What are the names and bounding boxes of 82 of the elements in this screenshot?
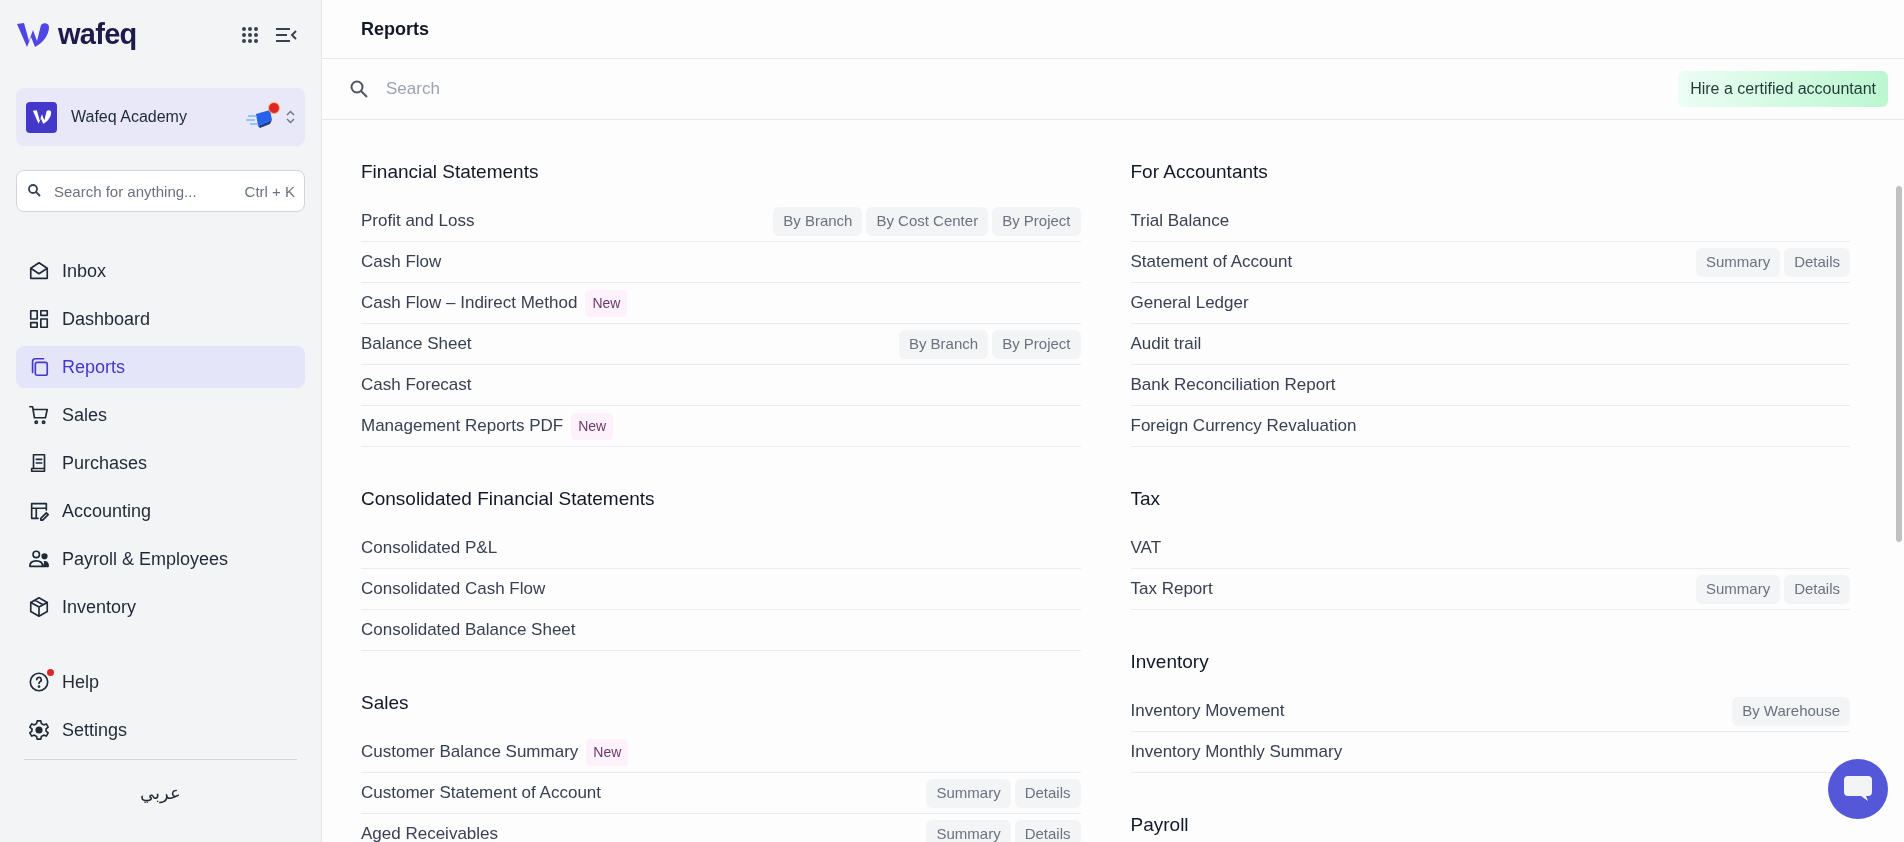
section-title: Tax [1130,487,1162,511]
new-badge: New [585,289,628,317]
keyboard-shortcut: Ctrl + K [244,182,295,202]
report-link[interactable]: Foreign Currency Revaluation [1130,413,1357,439]
report-link[interactable]: Bank Reconciliation Report [1130,372,1336,398]
search-icon [350,80,368,98]
report-variant-link[interactable]: Details [1784,247,1850,277]
organization-logo-icon [26,101,57,133]
report-link[interactable]: Customer Balance Summary [361,739,579,765]
report-link[interactable]: General Ledger [1130,290,1249,316]
report-variant-link[interactable]: Summary [926,819,1011,842]
chevron-up-down-icon[interactable] [286,110,295,124]
scrollbar-thumb[interactable] [1896,186,1902,542]
settings-icon [28,719,50,741]
page-title: Reports [361,17,429,41]
nav-item[interactable]: Help [16,661,305,703]
collapse-menu-icon[interactable] [275,27,297,43]
report-variant-link[interactable]: Details [1784,574,1850,604]
shopping-cart-icon [28,404,50,426]
nav-item[interactable]: Inventory [16,586,305,628]
report-variant-link[interactable]: Details [1014,819,1081,842]
report-variant-link[interactable]: Summary [1695,247,1781,277]
report-link[interactable]: Statement of Account [1130,249,1293,275]
new-badge: New [571,412,614,440]
nav-item[interactable]: Reports [16,346,305,388]
report-link[interactable]: Audit trail [1130,331,1202,357]
nav-item[interactable]: Accounting [16,490,305,532]
new-badge: New [586,738,629,766]
logo-icon [16,21,50,49]
apps-grid-icon[interactable] [241,26,259,44]
dashboard-icon [28,308,50,330]
report-link[interactable]: Cash Flow [361,249,442,275]
nav-item[interactable]: Inbox [16,250,305,292]
hire-accountant-button[interactable]: Hire a certified accountant [1678,71,1888,107]
report-variant-link[interactable]: By Branch [773,206,863,236]
report-link[interactable]: Aged Receivables [361,821,499,842]
report-link[interactable]: Customer Statement of Account [361,780,601,806]
section-title: For Accountants [1130,160,1269,184]
report-variant-link[interactable]: By Project [992,329,1081,359]
organization-name: Wafeq Academy [71,107,187,127]
language-link[interactable]: عربي [140,780,181,807]
report-variant-link[interactable]: Details [1014,778,1081,808]
nav-item[interactable]: Sales [16,394,305,436]
nav-item[interactable]: Purchases [16,442,305,484]
report-link[interactable]: Inventory Monthly Summary [1130,739,1343,765]
nav-item[interactable]: Dashboard [16,298,305,340]
chat-bubble-icon [1843,775,1873,803]
report-variant-link[interactable]: Summary [926,778,1011,808]
section-title: Payroll [1130,813,1190,837]
section-title: Sales [361,691,410,715]
report-link[interactable]: Cash Forecast [361,372,472,398]
ledger-edit-icon [28,500,50,522]
logo-text: wafeq [58,17,137,53]
organization-switcher[interactable]: Wafeq Academy [16,88,305,146]
nav-item[interactable]: Payroll & Employees [16,538,305,580]
report-link[interactable]: Tax Report [1130,576,1213,602]
report-link[interactable]: Consolidated P&L [361,535,498,561]
search-icon [28,184,41,197]
report-variant-link[interactable]: By Branch [898,329,989,359]
section-title: Financial Statements [361,160,540,184]
nav-item[interactable]: Settings [16,709,305,751]
report-link[interactable]: Trial Balance [1130,208,1230,234]
section-title: Consolidated Financial Statements [361,487,656,511]
report-variant-link[interactable]: By Project [992,206,1081,236]
report-variant-link[interactable]: Summary [1695,574,1781,604]
chat-button[interactable] [1828,759,1888,819]
report-link[interactable]: Consolidated Cash Flow [361,576,546,602]
report-link[interactable]: Consolidated Balance Sheet [361,617,576,643]
cube-icon [28,596,50,618]
report-link[interactable]: Profit and Loss [361,208,475,234]
report-link[interactable]: Cash Flow – Indirect Method [361,290,578,316]
people-icon [28,548,50,570]
report-link[interactable]: Management Reports PDF [361,413,564,439]
report-variant-link[interactable]: By Warehouse [1732,696,1850,726]
section-title: Inventory [1130,650,1210,674]
help-icon [28,671,50,693]
report-link[interactable]: Inventory Movement [1130,698,1285,724]
report-variant-link[interactable]: By Cost Center [866,206,989,236]
envelope-icon [28,260,50,282]
report-link[interactable]: Balance Sheet [361,331,472,357]
report-link[interactable]: VAT [1130,535,1162,561]
report-search-field[interactable]: Search [386,76,1679,102]
